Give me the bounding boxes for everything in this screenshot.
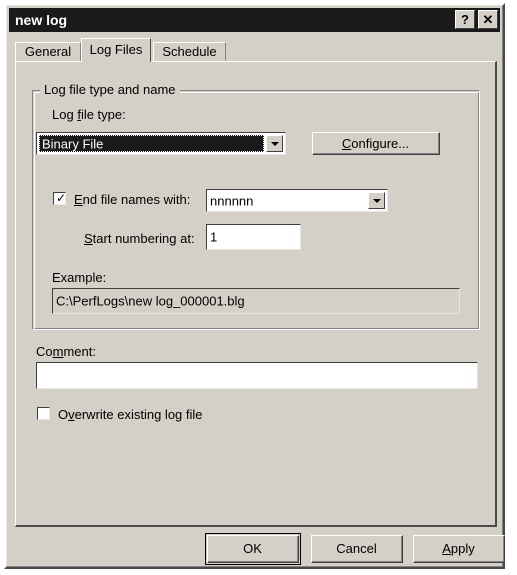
example-value: C:\PerfLogs\new log_000001.blg [56, 293, 245, 309]
ok-button[interactable]: OK [207, 535, 299, 563]
example-label: Example: [52, 270, 107, 285]
apply-button[interactable]: Apply [413, 535, 505, 563]
tab-strip: General Log Files Schedule [15, 38, 497, 62]
log-file-type-combo[interactable]: Binary File [36, 132, 286, 155]
apply-button-label: Apply [414, 536, 504, 562]
start-numbering-value: 1 [210, 229, 218, 245]
ok-button-label: OK [208, 536, 298, 562]
focus-rect [39, 135, 264, 152]
group-box-title: Log file type and name [40, 82, 180, 97]
file-name-suffix-combo[interactable]: nnnnnn [206, 189, 388, 212]
file-name-suffix-value: nnnnnn [210, 193, 254, 208]
tab-general[interactable]: General [15, 42, 81, 62]
help-icon[interactable]: ? [455, 10, 475, 29]
start-numbering-label: Start numbering at: [84, 231, 195, 246]
cancel-button[interactable]: Cancel [311, 535, 403, 563]
overwrite-existing-log-file-label: Overwrite existing log file [58, 407, 203, 422]
checkmark-icon: ✓ [56, 191, 67, 205]
log-file-type-label: Log file type: [52, 107, 126, 122]
start-numbering-input[interactable]: 1 [206, 224, 301, 250]
end-file-names-label: End file names with: [74, 192, 191, 207]
configure-button-label: Configure... [313, 133, 439, 154]
tab-page-log-files: Log file type and name Log file type: Bi… [15, 61, 497, 527]
comment-input[interactable] [36, 362, 478, 389]
example-field: C:\PerfLogs\new log_000001.blg [52, 288, 460, 314]
window-title: new log [15, 12, 68, 28]
comment-label: Comment: [36, 344, 96, 359]
tab-log-files[interactable]: Log Files [81, 38, 151, 62]
overwrite-existing-log-file-checkbox[interactable] [37, 407, 50, 420]
chevron-down-icon[interactable] [368, 192, 385, 209]
title-bar[interactable]: new log ? ✕ [9, 8, 500, 32]
close-icon[interactable]: ✕ [478, 10, 498, 29]
log-file-type-combo-field[interactable]: Binary File [39, 135, 264, 152]
configure-button[interactable]: Configure... [312, 132, 440, 155]
tab-schedule[interactable]: Schedule [153, 42, 226, 62]
end-file-names-checkbox[interactable]: ✓ [53, 192, 66, 205]
dialog-window: new log ? ✕ General Log Files Schedule L… [4, 3, 505, 569]
chevron-down-icon[interactable] [266, 135, 283, 152]
cancel-button-label: Cancel [312, 536, 402, 562]
